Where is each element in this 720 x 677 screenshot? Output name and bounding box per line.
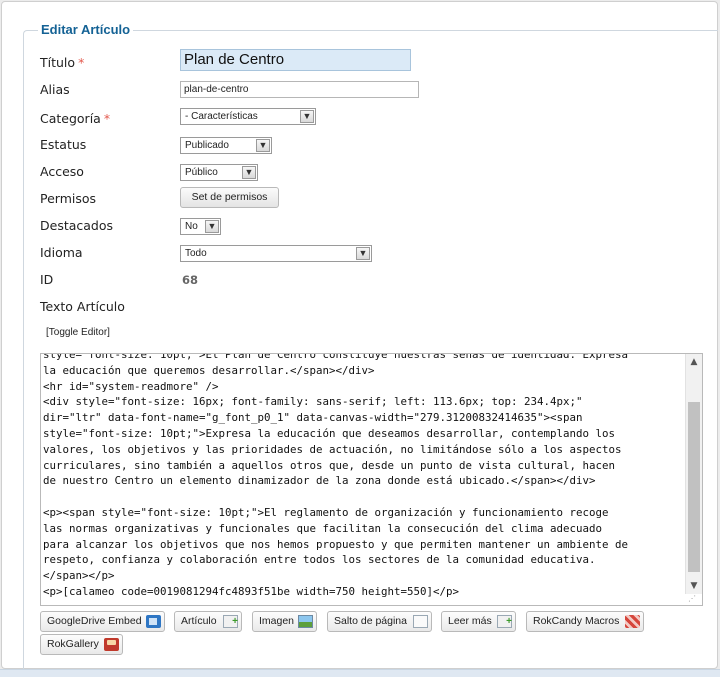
button-label: RokGallery xyxy=(47,638,99,650)
form-legend: Editar Artículo xyxy=(38,22,134,37)
article-text-label: Texto Artículo xyxy=(40,299,125,314)
status-select-value: Publicado xyxy=(185,140,229,151)
id-label: ID xyxy=(40,272,54,287)
featured-label: Destacados xyxy=(40,218,114,233)
image-icon xyxy=(298,615,313,628)
editor-content[interactable]: style="font-size: 10pt;">El Plan de Cent… xyxy=(43,354,683,600)
status-select[interactable]: Publicado ▼ xyxy=(180,137,272,154)
title-label: Título * xyxy=(40,55,85,70)
language-select-value: Todo xyxy=(185,248,207,259)
required-marker: * xyxy=(78,55,85,70)
scroll-up-icon[interactable]: ▲ xyxy=(686,354,702,370)
rokcandy-macros-button[interactable]: RokCandy Macros xyxy=(526,611,644,632)
category-select-value: - Características xyxy=(185,111,258,122)
resize-grip-icon[interactable]: ⋰ xyxy=(688,594,700,604)
readmore-icon xyxy=(497,612,512,631)
button-label: RokCandy Macros xyxy=(533,615,620,627)
scrollbar-thumb[interactable] xyxy=(688,402,700,572)
alias-input[interactable]: plan-de-centro xyxy=(180,81,419,98)
rokgallery-button[interactable]: RokGallery xyxy=(40,634,123,655)
image-button[interactable]: Imagen xyxy=(252,611,317,632)
googledrive-icon xyxy=(146,615,161,628)
category-select[interactable]: - Características ▼ xyxy=(180,108,316,125)
rokcandy-icon xyxy=(625,615,640,628)
permissions-button[interactable]: Set de permisos xyxy=(180,187,279,208)
language-label: Idioma xyxy=(40,245,83,260)
editor-scrollbar[interactable]: ▲ ▼ xyxy=(685,354,702,594)
googledrive-embed-button[interactable]: GoogleDrive Embed xyxy=(40,611,165,632)
article-add-icon xyxy=(223,612,238,631)
access-select[interactable]: Público ▼ xyxy=(180,164,258,181)
chevron-down-icon: ▼ xyxy=(300,110,314,123)
button-label: Imagen xyxy=(259,615,295,627)
permissions-label: Permisos xyxy=(40,191,97,206)
button-label: Leer más xyxy=(448,615,492,627)
pagebreak-icon xyxy=(413,615,428,628)
pagebreak-button[interactable]: Salto de página xyxy=(327,611,432,632)
toggle-editor-link[interactable]: [Toggle Editor] xyxy=(46,327,110,338)
button-label: Artículo xyxy=(181,615,217,627)
rokgallery-icon xyxy=(104,638,119,651)
bottom-strip xyxy=(0,669,720,677)
language-select[interactable]: Todo ▼ xyxy=(180,245,372,262)
article-text-editor[interactable]: style="font-size: 10pt;">El Plan de Cent… xyxy=(40,353,703,606)
button-label: Salto de página xyxy=(334,615,407,627)
status-label: Estatus xyxy=(40,137,87,152)
required-marker: * xyxy=(103,111,111,126)
access-label: Acceso xyxy=(40,164,84,179)
id-value: 68 xyxy=(182,273,199,287)
alias-label: Alias xyxy=(40,82,70,97)
category-label: Categoría * xyxy=(40,111,111,126)
chevron-down-icon: ▼ xyxy=(356,247,370,260)
featured-select-value: No xyxy=(185,221,198,232)
button-label: GoogleDrive Embed xyxy=(47,615,142,627)
title-input[interactable]: Plan de Centro xyxy=(180,49,411,71)
article-button[interactable]: Artículo xyxy=(174,611,242,632)
access-select-value: Público xyxy=(185,167,218,178)
chevron-down-icon: ▼ xyxy=(256,139,270,152)
chevron-down-icon: ▼ xyxy=(205,220,219,233)
scroll-down-icon[interactable]: ▼ xyxy=(686,578,702,594)
featured-select[interactable]: No ▼ xyxy=(180,218,221,235)
readmore-button[interactable]: Leer más xyxy=(441,611,516,632)
chevron-down-icon: ▼ xyxy=(242,166,256,179)
